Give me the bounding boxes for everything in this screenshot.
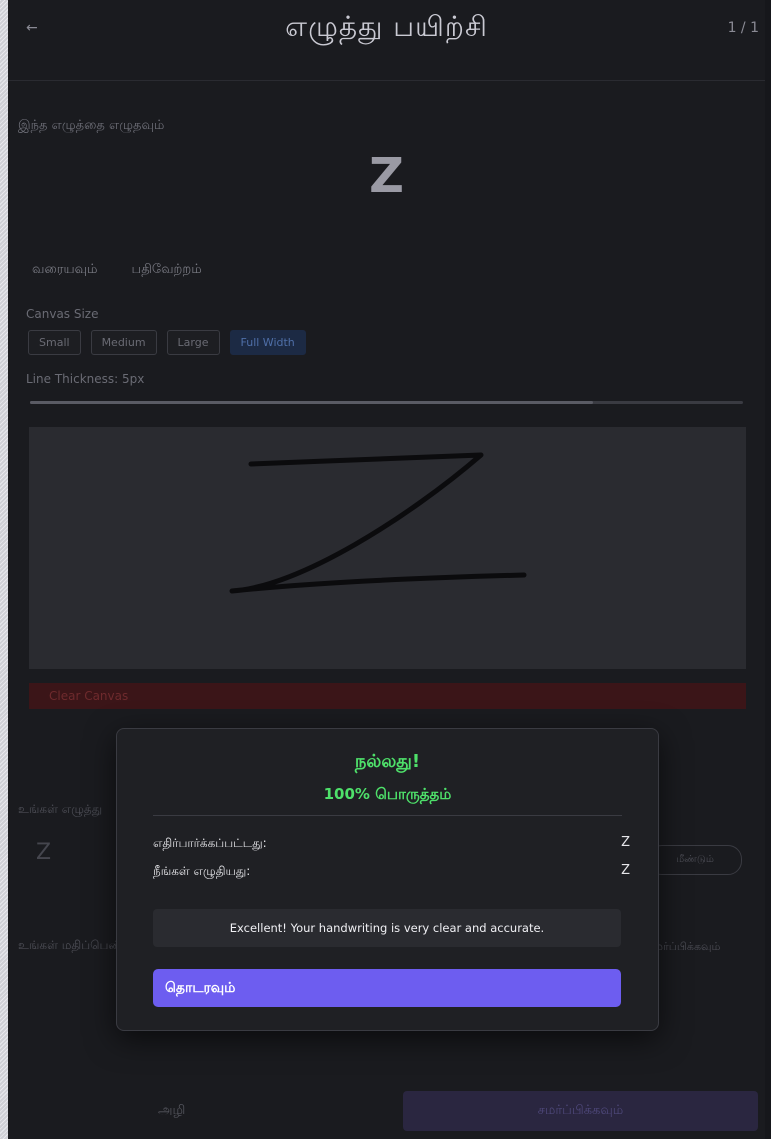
canvas-size-buttons: Small Medium Large Full Width (28, 330, 306, 355)
instruction-text: இந்த எழுத்தை எழுதவும் (18, 118, 165, 133)
score-counter: 1 / 1 (727, 20, 759, 36)
size-full-width-button[interactable]: Full Width (229, 330, 306, 355)
result-title: நல்லது! (354, 751, 421, 772)
expected-value: Z (621, 835, 630, 850)
target-letter: Z (369, 148, 404, 204)
recognized-letter: Z (36, 840, 52, 865)
divider (153, 815, 622, 816)
canvas-size-label: Canvas Size (26, 307, 99, 321)
feedback-message: Excellent! Your handwriting is very clea… (153, 909, 621, 947)
app-window: ← எழுத்து பயிற்சி 1 / 1 இந்த எழுத்தை எழு… (8, 0, 765, 1139)
written-label: நீங்கள் எழுதியது: (153, 864, 251, 878)
input-mode-tabs: வரையவும் பதிவேற்றம் (26, 258, 208, 282)
drawing-canvas[interactable] (29, 427, 746, 669)
continue-button[interactable]: தொடரவும் (153, 969, 621, 1007)
match-percentage: 100% பொருத்தம் (323, 785, 452, 803)
size-medium-button[interactable]: Medium (90, 330, 157, 355)
clear-canvas-button[interactable]: Clear Canvas (29, 683, 746, 709)
retry-button[interactable]: மீண்டும் (648, 845, 742, 875)
score-section-label: உங்கள் மதிப்பெண் (18, 938, 124, 952)
header: ← எழுத்து பயிற்சி 1 / 1 (8, 0, 765, 81)
size-large-button[interactable]: Large (166, 330, 220, 355)
left-edge-texture (0, 0, 8, 1139)
expected-label: எதிர்பார்க்கப்பட்டது: (153, 836, 267, 850)
written-value: Z (621, 863, 630, 878)
page-title: எழுத்து பயிற்சி (285, 10, 488, 43)
footer-bar: அழி சமர்ப்பிக்கவும் (8, 1085, 765, 1139)
tab-upload[interactable]: பதிவேற்றம் (126, 258, 208, 282)
recognized-section-label: உங்கள் எழுத்து (18, 802, 103, 816)
submit-footer-button[interactable]: சமர்ப்பிக்கவும் (403, 1091, 758, 1131)
result-modal: நல்லது! 100% பொருத்தம் எதிர்பார்க்கப்பட்… (116, 728, 659, 1031)
tab-draw[interactable]: வரையவும் (26, 258, 104, 282)
clear-footer-button[interactable]: அழி (158, 1103, 185, 1119)
handwritten-stroke (229, 452, 527, 594)
line-thickness-label: Line Thickness: 5px (26, 372, 145, 386)
size-small-button[interactable]: Small (28, 330, 81, 355)
line-thickness-slider[interactable] (30, 401, 743, 404)
slider-fill (30, 401, 594, 404)
